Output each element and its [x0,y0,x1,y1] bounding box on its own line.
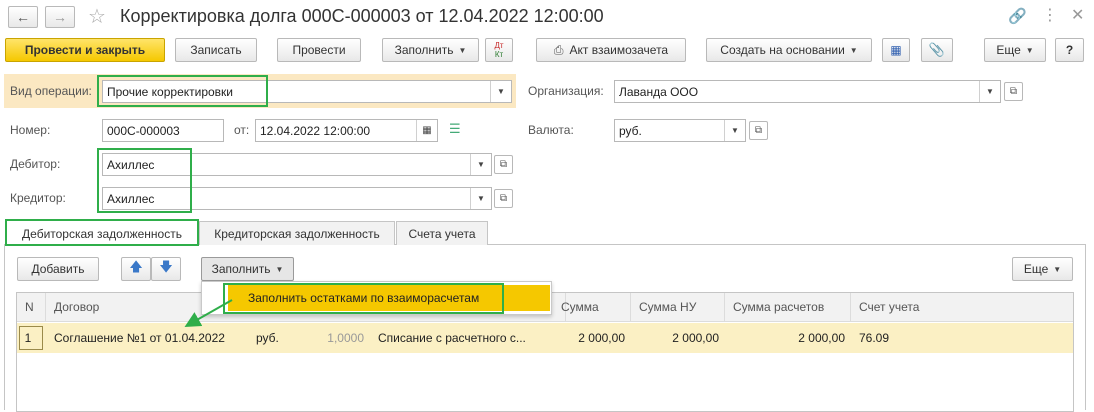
annotation-arrow [184,299,233,327]
